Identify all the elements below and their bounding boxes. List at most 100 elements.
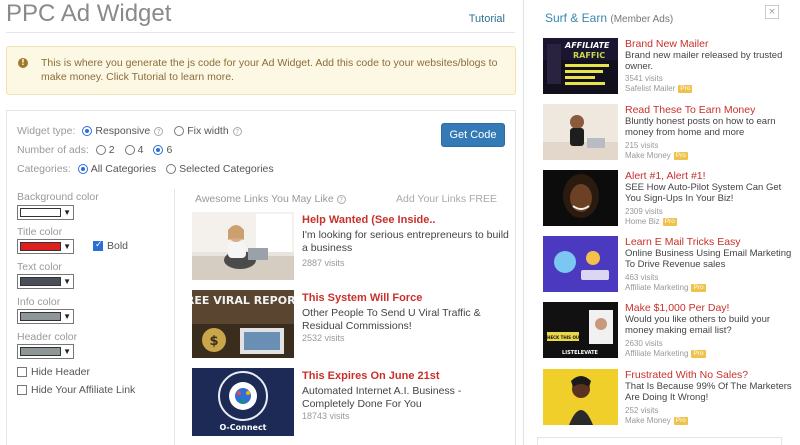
text-color-label: Text color <box>17 261 62 273</box>
bold-checkbox[interactable] <box>93 240 103 251</box>
num-ads-2-label[interactable]: 2 <box>109 144 115 156</box>
help-icon[interactable]: ? <box>232 126 242 136</box>
add-links-link[interactable]: Add Your Links FREE <box>396 193 497 205</box>
sidebar-ad-description: SEE How Auto-Pilot System Can Get You Si… <box>625 182 782 204</box>
categories-all-label[interactable]: All Categories <box>91 163 156 175</box>
background-color-label: Background color <box>17 191 99 203</box>
sidebar-ad-description: Would you like others to build your mone… <box>625 314 771 336</box>
sidebar-ad-image[interactable]: AFFILIATE RAFFIC <box>543 38 618 94</box>
sidebar-ad[interactable]: Alert #1, Alert #1! SEE How Auto-Pilot S… <box>543 170 798 230</box>
tutorial-link[interactable]: Tutorial <box>469 13 505 25</box>
sidebar-ad-visits: 252 visits <box>625 406 659 415</box>
hide-affiliate-label[interactable]: Hide Your Affiliate Link <box>31 384 135 396</box>
num-ads-2-radio[interactable] <box>95 145 106 155</box>
widget-type-label: Widget type: <box>17 125 76 137</box>
member-ads-sidebar: Surf & Earn (Member Ads) × AFFILIATE RAF… <box>525 0 800 445</box>
help-icon[interactable]: ? <box>336 195 346 204</box>
text-color-select[interactable]: ▼ <box>17 274 74 289</box>
categories-selected-radio[interactable] <box>166 164 177 174</box>
pro-badge: Pro <box>673 417 688 425</box>
sidebar-ad-title[interactable]: Read These To Earn Money <box>625 104 755 116</box>
widget-type-responsive-radio[interactable] <box>82 126 93 136</box>
sidebar-ad-visits: 2309 visits <box>625 207 663 216</box>
title-color-label: Title color <box>17 226 63 238</box>
hide-affiliate-checkbox[interactable] <box>17 385 27 395</box>
sidebar-title: Surf & Earn (Member Ads) <box>545 11 673 25</box>
sidebar-ad-category: Home Biz <box>625 217 660 226</box>
num-ads-label: Number of ads: <box>17 144 89 156</box>
ad-visits: 2532 visits <box>302 333 345 343</box>
info-text: This is where you generate the js code f… <box>41 57 498 83</box>
preview-ad[interactable]: O-Connect This Expires On June 21st Auto… <box>192 368 512 438</box>
sidebar-ad[interactable]: Learn E Mail Tricks Easy Online Business… <box>543 236 798 296</box>
close-icon[interactable]: × <box>765 5 779 19</box>
ad-image[interactable]: FREE VIRAL REPORT! $ <box>192 290 294 358</box>
widget-type-fixwidth-label[interactable]: Fix width <box>187 125 228 137</box>
sidebar-ad-description: Bluntly honest posts on how to earn mone… <box>625 116 776 138</box>
ad-image[interactable] <box>192 212 294 280</box>
widget-settings-panel: Widget type: Responsive ? Fix width ? Nu… <box>6 110 516 445</box>
info-color-select[interactable]: ▼ <box>17 309 74 324</box>
num-ads-6-label[interactable]: 6 <box>166 144 172 156</box>
sidebar-ad-source: Safelist Mailer Pro <box>625 84 693 93</box>
header-color-swatch <box>20 347 61 356</box>
sidebar-ad-title[interactable]: Make $1,000 Per Day! <box>625 302 729 314</box>
title-color-select[interactable]: ▼ <box>17 239 74 254</box>
hide-header-checkbox[interactable] <box>17 367 27 377</box>
sidebar-ad-image[interactable]: CHECK THIS OUT LISTELEVATE <box>543 302 618 358</box>
sidebar-ad-title[interactable]: Learn E Mail Tricks Easy <box>625 236 741 248</box>
sidebar-ad-image[interactable] <box>543 170 618 226</box>
sidebar-ad-image[interactable] <box>543 236 618 292</box>
ad-title[interactable]: Help Wanted (See Inside.. <box>302 214 435 226</box>
sidebar-ad-visits: 215 visits <box>625 141 659 150</box>
ad-title[interactable]: This Expires On June 21st <box>302 370 440 382</box>
num-ads-4-label[interactable]: 4 <box>138 144 144 156</box>
bold-label[interactable]: Bold <box>107 240 128 252</box>
header-color-select[interactable]: ▼ <box>17 344 74 359</box>
pro-badge: Pro <box>678 85 693 93</box>
num-ads-6-radio[interactable] <box>153 145 164 155</box>
ad-title[interactable]: This System Will Force <box>302 292 422 304</box>
sidebar-ad-title[interactable]: Brand New Mailer <box>625 38 708 50</box>
hide-header-row[interactable]: Hide Header <box>17 366 90 378</box>
help-icon[interactable]: ? <box>154 126 164 136</box>
sidebar-ad-title[interactable]: Alert #1, Alert #1! <box>625 170 706 182</box>
sidebar-ad-source: Affiliate Marketing Pro <box>625 283 706 292</box>
title-color-swatch <box>20 242 61 251</box>
sidebar-ad-visits: 2630 visits <box>625 339 663 348</box>
categories-all-radio[interactable] <box>77 164 88 174</box>
background-color-select[interactable]: ▼ <box>17 205 74 220</box>
sidebar-ad[interactable]: Frustrated With No Sales? That Is Becaus… <box>543 369 798 429</box>
ad-description: Other People To Send U Viral Traffic & R… <box>302 307 481 332</box>
sidebar-ad[interactable]: AFFILIATE RAFFIC Brand New Mailer Brand … <box>543 38 798 98</box>
preview-ad[interactable]: Help Wanted (See Inside.. I'm looking fo… <box>192 212 512 282</box>
sidebar-ad-image[interactable] <box>543 104 618 160</box>
sidebar-ad-title[interactable]: Frustrated With No Sales? <box>625 369 748 381</box>
widget-type-row: Widget type: Responsive ? Fix width ? <box>17 124 250 138</box>
widget-type-fixwidth-radio[interactable] <box>174 126 185 136</box>
sidebar-ad-category: Safelist Mailer <box>625 84 676 93</box>
categories-selected-label[interactable]: Selected Categories <box>179 163 274 175</box>
page: PPC Ad Widget Tutorial ! This is where y… <box>0 0 800 445</box>
svg-text:$: $ <box>209 334 218 349</box>
hide-affiliate-row[interactable]: Hide Your Affiliate Link <box>17 384 135 396</box>
widget-type-responsive-label[interactable]: Responsive <box>95 125 150 137</box>
panel-divider <box>174 189 175 445</box>
num-ads-4-radio[interactable] <box>124 145 135 155</box>
ad-image[interactable]: O-Connect <box>192 368 294 436</box>
bold-checkbox-row[interactable]: Bold <box>93 240 128 252</box>
sidebar-title-link[interactable]: Surf & Earn <box>545 11 607 25</box>
sidebar-ad[interactable]: CHECK THIS OUT LISTELEVATE Make $1,000 P… <box>543 302 798 362</box>
sidebar-ad-category: Affiliate Marketing <box>625 283 689 292</box>
num-ads-row: Number of ads: 2 4 6 <box>17 143 179 157</box>
sidebar-ad-source: Make Money Pro <box>625 416 688 425</box>
hide-header-label[interactable]: Hide Header <box>31 366 90 378</box>
ad-image-text: O-Connect <box>219 423 266 432</box>
preview-ad[interactable]: FREE VIRAL REPORT! $ This System Will Fo… <box>192 290 512 360</box>
get-code-button[interactable]: Get Code <box>441 123 505 147</box>
sidebar-ad-image[interactable] <box>543 369 618 425</box>
preview-header: Awesome Links You May Like? <box>195 193 354 205</box>
info-icon: ! <box>18 58 28 68</box>
sidebar-ad[interactable]: Read These To Earn Money Bluntly honest … <box>543 104 798 164</box>
sidebar-ad-source: Home Biz Pro <box>625 217 677 226</box>
